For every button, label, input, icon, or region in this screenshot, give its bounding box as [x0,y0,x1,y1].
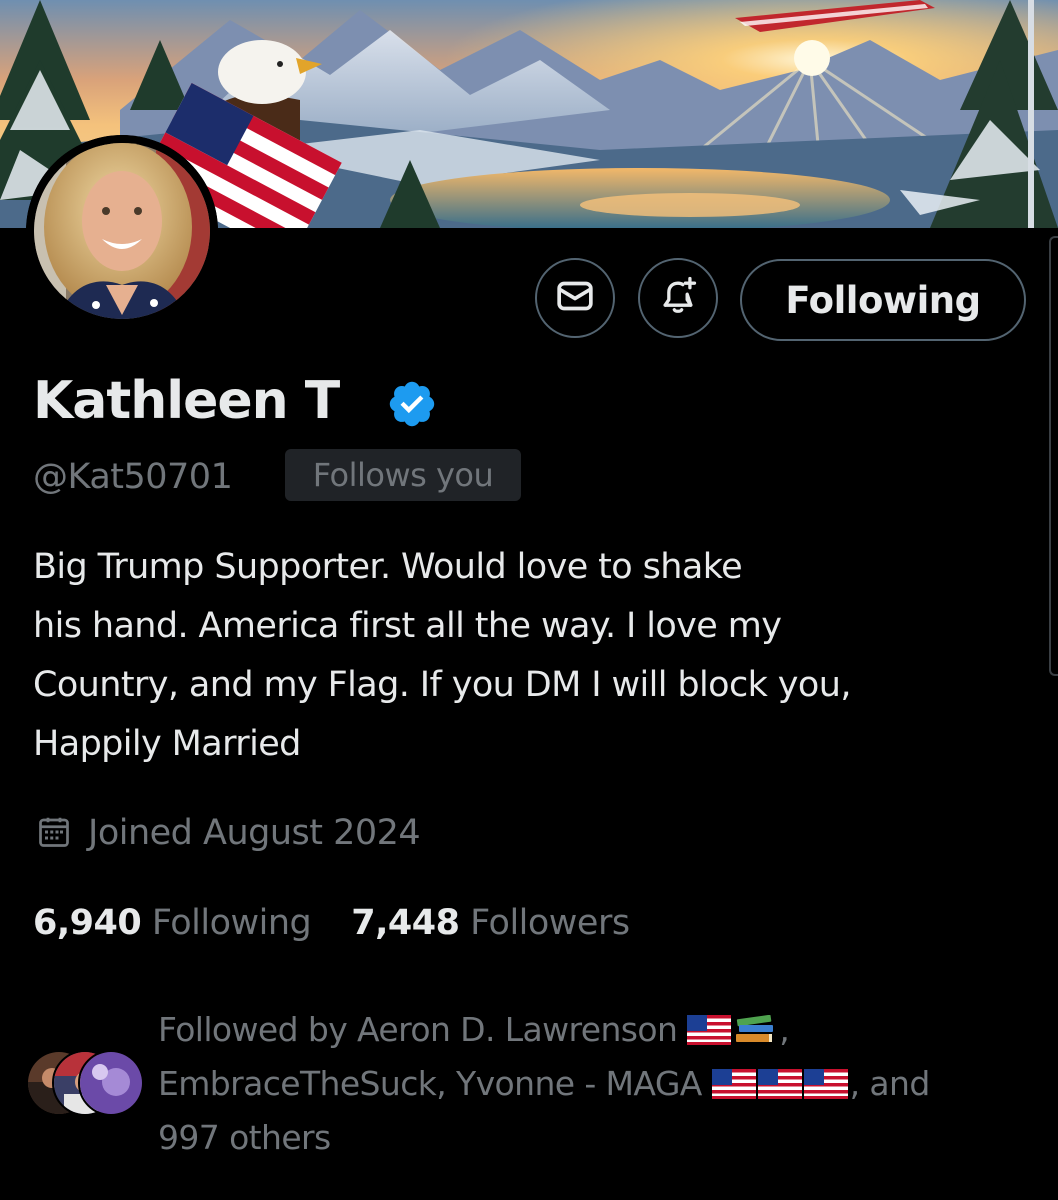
followers-count: 7,448 [351,903,460,943]
followed-by-separator: , and [849,1064,931,1103]
message-button[interactable] [535,258,615,338]
followed-by-separator: , [779,1010,790,1049]
followers-label: Followers [470,903,630,943]
us-flag-emoji [687,1015,732,1045]
bell-plus-icon [656,274,700,323]
scrollbar[interactable] [1049,236,1058,676]
following-count-link[interactable]: 6,940 Following [33,903,312,943]
followed-by-others: 997 others [158,1118,331,1157]
display-name: Kathleen T [33,371,340,431]
notifications-button[interactable] [638,258,718,338]
profile-stats: 6,940 Following 7,448 Followers [33,895,630,951]
mutual-avatar [78,1050,144,1116]
followed-by-text[interactable]: Followed by Aeron D. Lawrenson , Embrace… [158,1003,1038,1165]
us-flag-emoji [757,1069,802,1099]
joined-date: Joined August 2024 [88,813,421,853]
profile-bio: Big Trump Supporter. Would love to shake… [33,538,1023,774]
followed-by-names: EmbraceTheSuck, Yvonne - MAGA [158,1064,712,1103]
bio-line: Big Trump Supporter. Would love to shake [33,547,743,587]
following-label: Following [151,903,312,943]
calendar-icon [36,814,72,850]
profile-handle: @Kat50701 [33,457,233,497]
followed-by-line: 997 others [158,1111,1038,1165]
bio-line: Country, and my Flag. If you DM I will b… [33,665,851,705]
profile-avatar[interactable] [26,135,218,327]
us-flag-emoji [803,1069,848,1099]
envelope-icon [555,276,595,321]
mutual-followers-avatars[interactable] [26,1050,146,1116]
following-button[interactable]: Following [740,259,1026,341]
books-emoji [733,1015,777,1045]
followed-by-names: Followed by Aeron D. Lawrenson [158,1010,688,1049]
following-count: 6,940 [33,903,142,943]
followed-by-line: Followed by Aeron D. Lawrenson , [158,1003,1038,1057]
followed-by-line: EmbraceTheSuck, Yvonne - MAGA , and [158,1057,1038,1111]
us-flag-emoji [711,1069,756,1099]
bio-line: his hand. America first all the way. I l… [33,606,782,646]
bio-line: Happily Married [33,724,301,764]
followers-count-link[interactable]: 7,448 Followers [351,903,630,943]
follows-you-badge: Follows you [285,449,521,501]
verified-badge-icon[interactable] [386,378,438,430]
